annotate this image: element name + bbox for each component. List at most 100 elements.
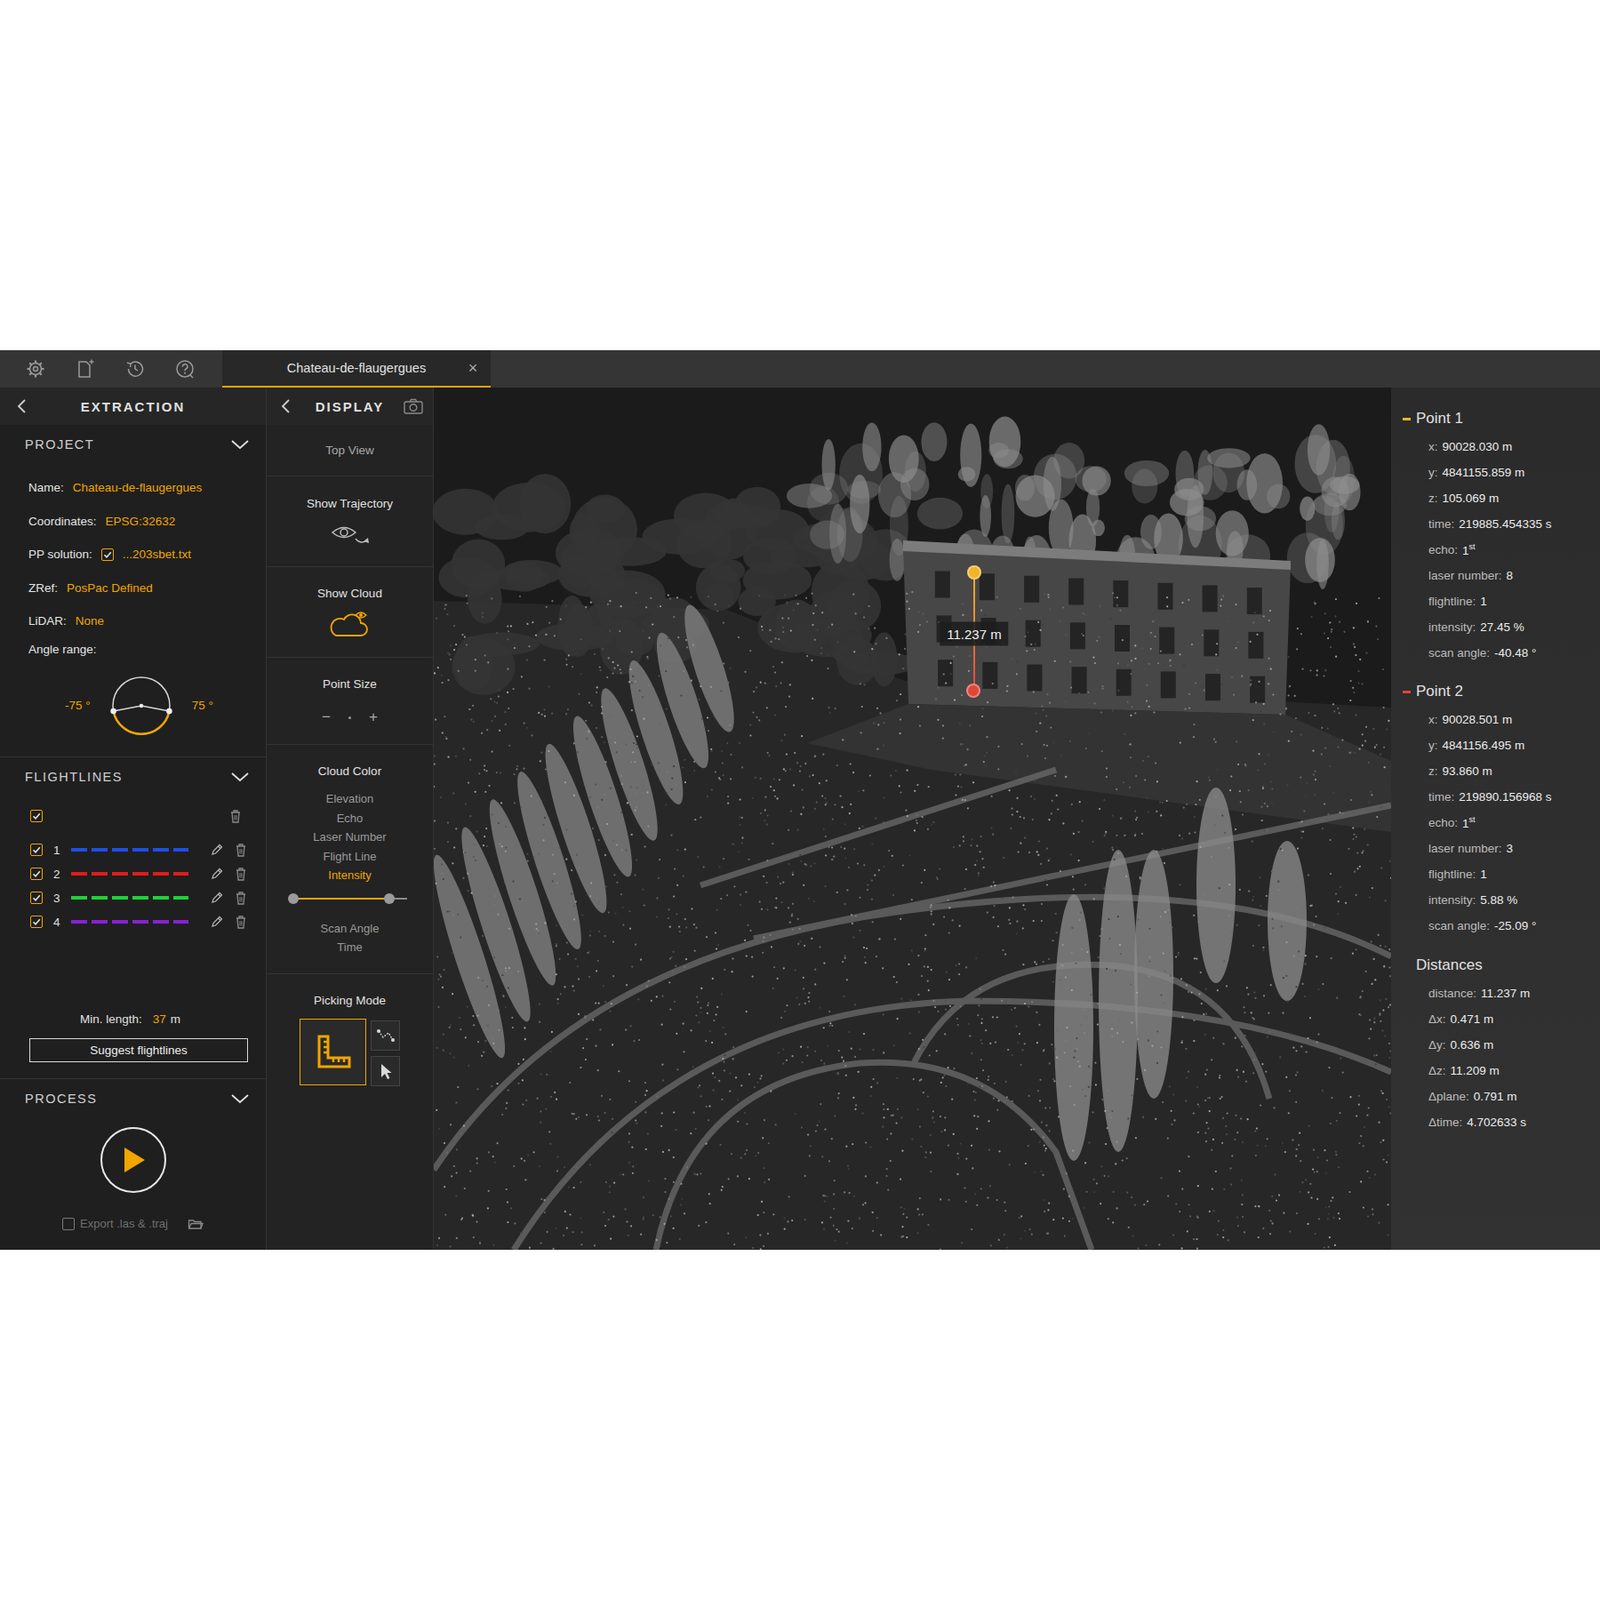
info-row: intensity:5.88 % [1391,887,1600,913]
top-bar: Chateau-de-flaugergues× [0,350,1600,388]
project-section-header[interactable]: PROJECT [0,424,266,464]
point-title: Point 2 [1391,676,1600,707]
cloud-color-option[interactable]: Scan Angle [320,919,380,939]
camera-icon[interactable] [402,397,424,416]
cloud-color-option[interactable]: Elevation [326,789,374,809]
point-title: Point 1 [1391,403,1600,434]
back-icon[interactable] [16,398,29,415]
trash-icon[interactable] [234,914,248,929]
field-value[interactable]: Chateau-de-flaugergues [72,480,203,495]
field-value[interactable]: PosPac Defined [66,581,153,595]
info-label: echo: [1428,543,1458,557]
min-length-field[interactable]: 37m [152,1012,181,1026]
info-row: time:219890.156968 s [1391,784,1600,810]
field-value[interactable]: None [75,614,104,628]
cloud-color-option[interactable]: Intensity [328,865,371,886]
chevron-icon[interactable] [230,770,250,784]
folder-icon[interactable] [187,1217,204,1231]
color-range-slider[interactable] [293,891,408,906]
distances-title: Distances [1391,950,1600,981]
increase-button[interactable]: + [368,708,378,727]
min-length-value: 37 [152,1012,167,1026]
pp-solution-checkbox[interactable] [101,548,114,561]
info-value-group: 27.45 % [1480,620,1525,634]
trash-icon[interactable] [234,890,248,905]
trash-icon[interactable] [234,866,248,881]
tab-close-button[interactable]: × [455,359,491,378]
pencil-icon[interactable] [209,842,224,857]
info-label: y: [1428,738,1439,752]
field-label: PP solution: [28,547,93,561]
flightline-checkbox[interactable] [30,915,43,928]
cloud-color-option[interactable]: Echo [336,808,364,829]
flightline-checkbox[interactable] [30,867,43,880]
export-checkbox[interactable] [62,1217,75,1231]
history-icon[interactable] [124,358,146,380]
point-cloud-viewport[interactable]: 11.237 m [433,387,1392,1250]
point-title-text: Point 1 [1416,409,1464,428]
info-value-group: 90028.030 m [1442,440,1513,454]
suggest-flightlines-button[interactable]: Suggest flightlines [29,1038,248,1063]
flightline-row: 1 [0,838,266,863]
flightline-number: 1 [53,843,61,857]
cloud-color-section: Cloud ColorElevationEchoLaser NumberFlig… [266,744,433,975]
field-label: Angle range: [28,642,97,656]
point-color-dash [1402,690,1411,694]
picking-mode-button[interactable] [370,1056,400,1087]
flightlines-section-header[interactable]: FLIGHTLINES [0,757,266,797]
field-label: Coordinates: [28,514,97,528]
slider-high-handle[interactable] [384,893,395,904]
eye-trajectory-icon[interactable] [328,520,372,548]
process-play-button[interactable] [100,1127,167,1193]
info-value-group: 1 [1480,594,1488,608]
top-view-button[interactable]: Top View [325,443,375,457]
project-tab[interactable]: Chateau-de-flaugergues× [222,350,491,388]
field-value[interactable]: EPSG:32632 [105,514,176,528]
pencil-icon[interactable] [209,866,224,881]
back-icon[interactable] [280,398,293,415]
angle-max: 75 ° [192,698,214,712]
cloud-color-option[interactable]: Laser Number [312,827,386,848]
trash-icon[interactable] [229,808,242,824]
info-label: laser number: [1428,568,1503,583]
info-row: time:219885.454335 s [1391,511,1600,537]
cloud-color-option[interactable]: Flight Line [323,847,377,867]
picking-mode-button[interactable] [370,1020,400,1051]
point-2-marker[interactable] [966,683,981,698]
info-value-group: 5.88 % [1480,893,1518,907]
flightline-number: 2 [53,867,61,881]
point-size-section: Point Size−+ [266,657,433,745]
gear-icon[interactable] [24,358,47,380]
info-value: 27.45 % [1480,620,1525,634]
info-label: flightline: [1428,867,1476,881]
flightline-checkbox[interactable] [30,891,43,904]
info-value-group: 219890.156968 s [1458,790,1552,804]
field-value[interactable]: ...203sbet.txt [122,547,192,561]
new-file-icon[interactable] [74,358,96,380]
cloud-eye-icon[interactable] [328,608,372,640]
info-row: echo:1st [1391,536,1600,563]
picking-mode-button[interactable] [299,1018,367,1086]
info-label: scan angle: [1428,919,1490,933]
flightline-checkbox[interactable] [30,843,43,856]
chevron-icon[interactable] [230,1092,250,1105]
info-value-group: 8 [1506,568,1514,583]
info-row: z:93.860 m [1391,758,1600,784]
info-value: 1 [1480,867,1488,881]
process-section-header[interactable]: PROCESS [0,1079,266,1119]
select-all-checkbox[interactable] [30,809,43,823]
divider [0,1078,266,1080]
angle-dial-icon[interactable] [110,674,173,737]
point-1-marker[interactable] [967,565,982,580]
trash-icon[interactable] [234,842,248,857]
point-cloud [433,387,1392,1250]
pencil-icon[interactable] [209,914,224,929]
field-row: LiDAR:None [0,604,266,639]
decrease-button[interactable]: − [321,708,331,727]
info-value-group: 1st [1462,815,1476,831]
cloud-color-option[interactable]: Time [336,937,362,958]
chevron-icon[interactable] [230,438,250,451]
pencil-icon[interactable] [209,890,224,905]
help-icon[interactable] [174,358,196,380]
slider-low-handle[interactable] [288,893,299,904]
